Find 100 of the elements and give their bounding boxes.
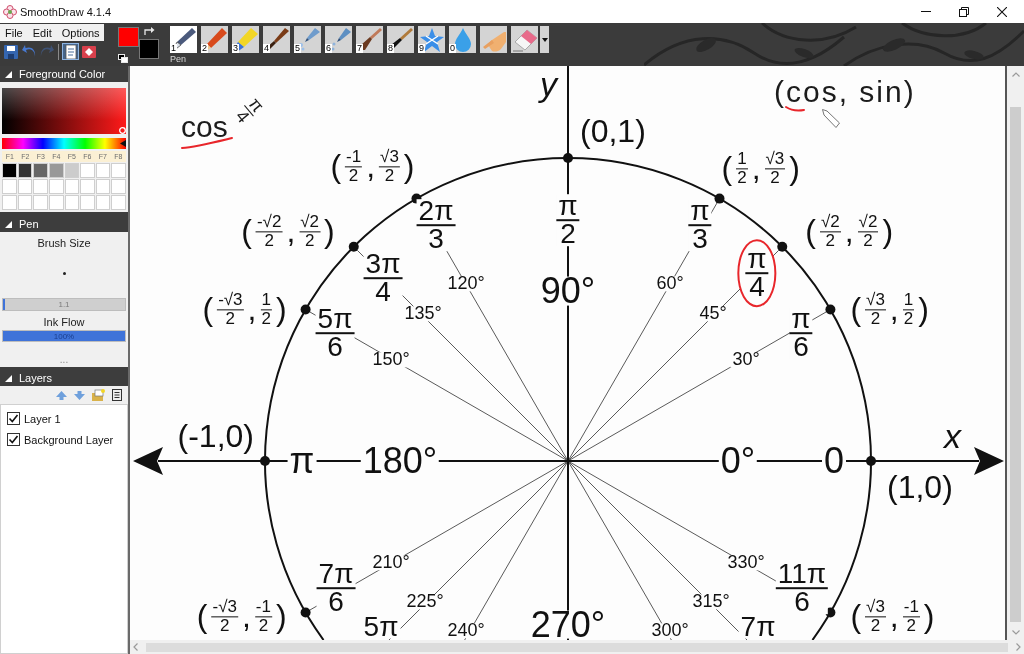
swatch-icon[interactable] <box>48 179 64 194</box>
swatch-icon[interactable] <box>80 195 95 210</box>
swatch-icon[interactable] <box>64 163 80 178</box>
menu-item[interactable]: Edit <box>27 24 57 41</box>
swatch-icon[interactable] <box>111 195 126 210</box>
degree-label: 240° <box>445 623 487 639</box>
tool-button[interactable]: 2 <box>201 26 228 53</box>
swatch-icon[interactable] <box>80 179 95 194</box>
swatch-icon[interactable] <box>48 195 64 210</box>
point-dot-icon <box>348 241 359 252</box>
tool-menu-button[interactable] <box>540 26 549 53</box>
tool-button[interactable] <box>480 26 507 53</box>
new-layer-icon[interactable] <box>92 389 105 401</box>
point-dot-icon <box>563 153 573 163</box>
document-icon[interactable] <box>112 389 122 401</box>
arrow-up-icon[interactable] <box>56 390 67 400</box>
tool-button[interactable]: 3 <box>232 26 259 53</box>
radian-label: 7π 6 <box>316 562 356 614</box>
layer-name[interactable]: Background Layer <box>24 433 114 446</box>
swatch-icon[interactable] <box>95 179 111 194</box>
eraser-icon <box>512 27 537 52</box>
chevron-down-icon[interactable] <box>1011 629 1020 635</box>
window-title: SmoothDraw 4.1.4 <box>20 5 112 18</box>
swatch-icon[interactable] <box>64 195 80 210</box>
swatch-icon[interactable] <box>17 163 33 178</box>
picker-ring-icon[interactable] <box>119 127 126 134</box>
degree-label: 330° <box>725 555 767 571</box>
swatch-icon[interactable] <box>64 179 80 194</box>
point-dot-icon <box>260 456 270 466</box>
degree-label: 45° <box>697 306 729 322</box>
degree-label: 210° <box>370 555 412 571</box>
color-gradient-field[interactable] <box>2 88 126 134</box>
flower-icon <box>3 4 17 19</box>
handwritten-note: (cos, sin) <box>774 77 916 107</box>
hue-slider[interactable] <box>2 138 126 149</box>
handwritten-fraction: π 4 <box>230 94 268 128</box>
tool-button[interactable]: 4 <box>263 26 290 53</box>
chevron-up-icon[interactable] <box>1011 71 1020 77</box>
swatch-icon[interactable] <box>48 163 64 178</box>
tool-button[interactable]: 7 <box>356 26 383 53</box>
radian-label: π 2 <box>556 194 580 246</box>
foreground-swatch-icon[interactable] <box>118 27 139 47</box>
swatch-icon[interactable] <box>2 163 17 178</box>
toolbar-button[interactable] <box>2 43 19 60</box>
drawing-canvas[interactable] <box>130 66 1005 640</box>
swap-icon[interactable] <box>143 27 155 36</box>
brush-preview-icon <box>62 271 66 275</box>
swatch-icon[interactable] <box>17 195 33 210</box>
degree-label: 30° <box>730 352 762 368</box>
arrow-down-icon[interactable] <box>74 390 85 400</box>
tool-button[interactable]: 6 <box>325 26 352 53</box>
chevron-left-icon[interactable] <box>133 643 138 651</box>
layer-checkbox[interactable] <box>7 412 20 425</box>
point-dot-icon <box>714 193 725 204</box>
swatch-icon[interactable] <box>2 179 17 194</box>
swatch-icon[interactable] <box>17 179 33 194</box>
menu-item[interactable]: File <box>0 24 28 41</box>
slider-label: Ink Flow <box>43 316 85 329</box>
layer-name[interactable]: Layer 1 <box>24 412 61 425</box>
radian-label: 5π <box>361 614 401 639</box>
swatch-icon[interactable] <box>95 195 111 210</box>
toolbar-button[interactable] <box>62 43 79 60</box>
point-dot-icon <box>866 456 876 466</box>
axis-label: y <box>540 67 557 101</box>
splash-icon <box>419 27 444 52</box>
swatch-icon[interactable] <box>111 163 126 178</box>
degree-label: 60° <box>654 276 686 292</box>
reset-colors-icon[interactable] <box>118 54 128 63</box>
swatch-icon[interactable] <box>33 163 48 178</box>
swatch-icon[interactable] <box>111 179 126 194</box>
axis-label: x <box>944 419 961 453</box>
swatch-icon[interactable] <box>2 195 17 210</box>
frame-icon <box>81 44 96 59</box>
radian-label: 7π <box>738 614 778 639</box>
tool-button[interactable]: 0 <box>449 26 476 53</box>
scrollbar-thumb[interactable] <box>1010 107 1021 622</box>
save-icon <box>3 44 18 59</box>
background-swatch-icon[interactable] <box>139 39 159 59</box>
swatch-icon[interactable] <box>95 163 111 178</box>
tool-button[interactable]: 5 <box>294 26 321 53</box>
slider-label: Brush Size <box>37 237 91 250</box>
swatch-icon[interactable] <box>33 195 48 210</box>
radian-label: 11π 6 <box>775 562 829 614</box>
swatch-icon[interactable] <box>80 163 95 178</box>
tool-button[interactable]: 1 <box>170 26 197 53</box>
tool-button[interactable]: 8 <box>387 26 414 53</box>
hue-marker-icon[interactable] <box>120 140 126 147</box>
caret-icon <box>541 37 548 42</box>
degree-label: 315° <box>690 594 732 610</box>
degree-label: 180° <box>360 446 440 476</box>
point-dot-icon <box>777 241 788 252</box>
layer-checkbox[interactable] <box>7 433 20 446</box>
chevron-right-icon[interactable] <box>1016 643 1021 651</box>
swatch-icon[interactable] <box>33 179 48 194</box>
tool-button[interactable]: 9 <box>418 26 445 53</box>
handwritten-note: cos <box>181 112 228 142</box>
close-icon <box>997 6 1007 17</box>
toolbar-button[interactable] <box>80 43 97 60</box>
menu-item[interactable]: Options <box>56 24 105 41</box>
degree-label: 135° <box>402 306 444 322</box>
